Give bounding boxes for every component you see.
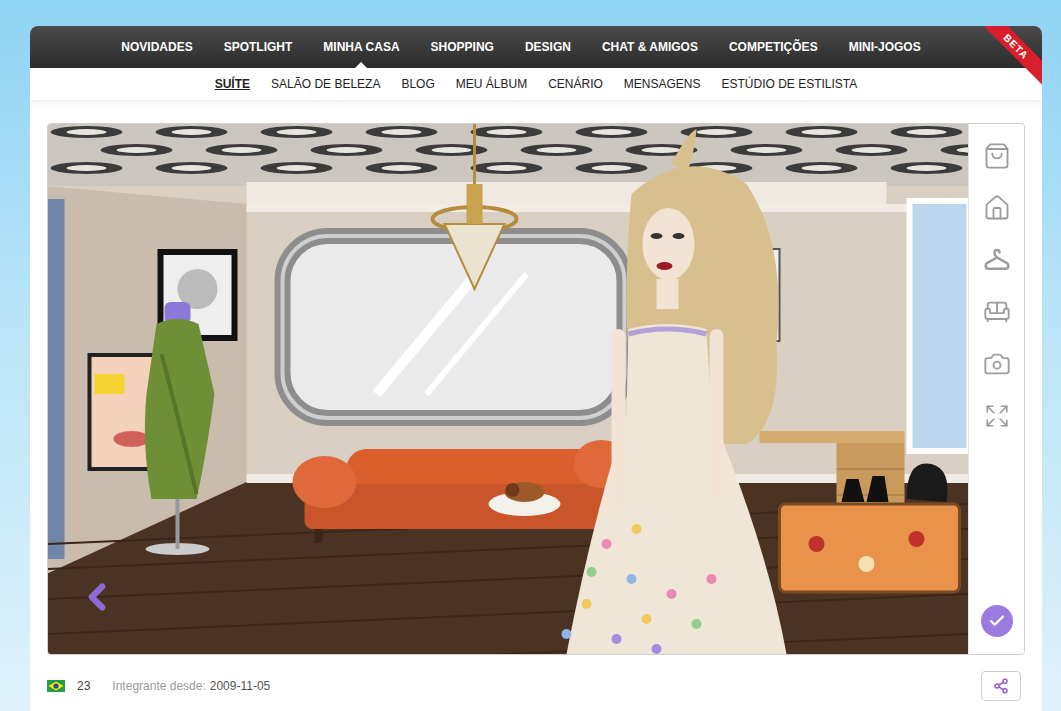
main-panel: NOVIDADES SPOTLIGHT MINHA CASA SHOPPING DESI… [30,26,1042,711]
sofa [293,440,630,543]
sub-nav-item[interactable]: ESTÚDIO DE ESTILISTA [722,77,858,91]
member-since: Integrante desde:2009-11-05 [112,679,270,693]
age: 23 [77,679,90,693]
nav-item[interactable]: SHOPPING [431,26,494,68]
camera-icon [983,350,1011,378]
hanger-icon [982,245,1012,275]
page: NOVIDADES SPOTLIGHT MINHA CASA SHOPPING DESI… [0,0,1061,711]
previous-button[interactable] [76,576,118,618]
confirm-button[interactable] [981,605,1013,637]
camera-button[interactable] [969,338,1024,390]
nav-item[interactable]: MINI-JOGOS [849,26,921,68]
wardrobe-button[interactable] [969,234,1024,286]
content: 23 Integrante desde:2009-11-05 [30,100,1042,701]
nav-item[interactable]: SPOTLIGHT [224,26,293,68]
share-icon [993,678,1009,694]
scene [48,124,968,654]
floor [48,474,968,654]
stage [47,123,1025,655]
chandelier [433,124,517,289]
sub-nav-item[interactable]: SALÃO DE BELEZA [271,77,380,91]
tool-bar [968,124,1024,654]
sub-nav-item[interactable]: MEU ÁLBUM [456,77,527,91]
trunk [780,463,960,592]
share-button[interactable] [981,671,1021,701]
sub-nav: SUÍTE SALÃO DE BELEZA BLOG MEU ÁLBUM CENÁRIO… [30,68,1042,100]
avatar [562,129,787,654]
sub-nav-item[interactable]: CENÁRIO [548,77,603,91]
beta-badge: BETA [975,26,1042,88]
shop-button[interactable] [969,130,1024,182]
chevron-left-icon [76,576,118,618]
nav-item[interactable]: DESIGN [525,26,571,68]
sub-nav-item[interactable]: BLOG [401,77,434,91]
check-icon [988,612,1006,630]
expand-icon [984,403,1010,429]
home-button[interactable] [969,182,1024,234]
mirror [283,236,625,418]
window [910,201,969,451]
main-nav: NOVIDADES SPOTLIGHT MINHA CASA SHOPPING DESI… [30,26,1042,68]
member-since-date: 2009-11-05 [210,679,271,693]
dog [489,482,561,516]
room-scene [48,124,968,654]
sub-nav-item[interactable]: MENSAGENS [624,77,701,91]
brazil-flag-icon [47,680,65,692]
house-icon [983,194,1011,222]
nav-item[interactable]: CHAT & AMIGOS [602,26,698,68]
mannequin [145,302,215,555]
furniture-button[interactable] [969,286,1024,338]
fullscreen-button[interactable] [969,390,1024,442]
sofa-icon [983,298,1011,326]
beta-ribbon: BETA [972,26,1042,96]
nav-item[interactable]: MINHA CASA [323,26,399,68]
nav-item[interactable]: COMPETIÇÕES [729,26,818,68]
shopping-bag-icon [983,142,1011,170]
sub-nav-item[interactable]: SUÍTE [215,77,250,91]
nav-item[interactable]: NOVIDADES [121,26,192,68]
shelf [48,199,65,559]
profile-footer: 23 Integrante desde:2009-11-05 [47,671,1025,701]
